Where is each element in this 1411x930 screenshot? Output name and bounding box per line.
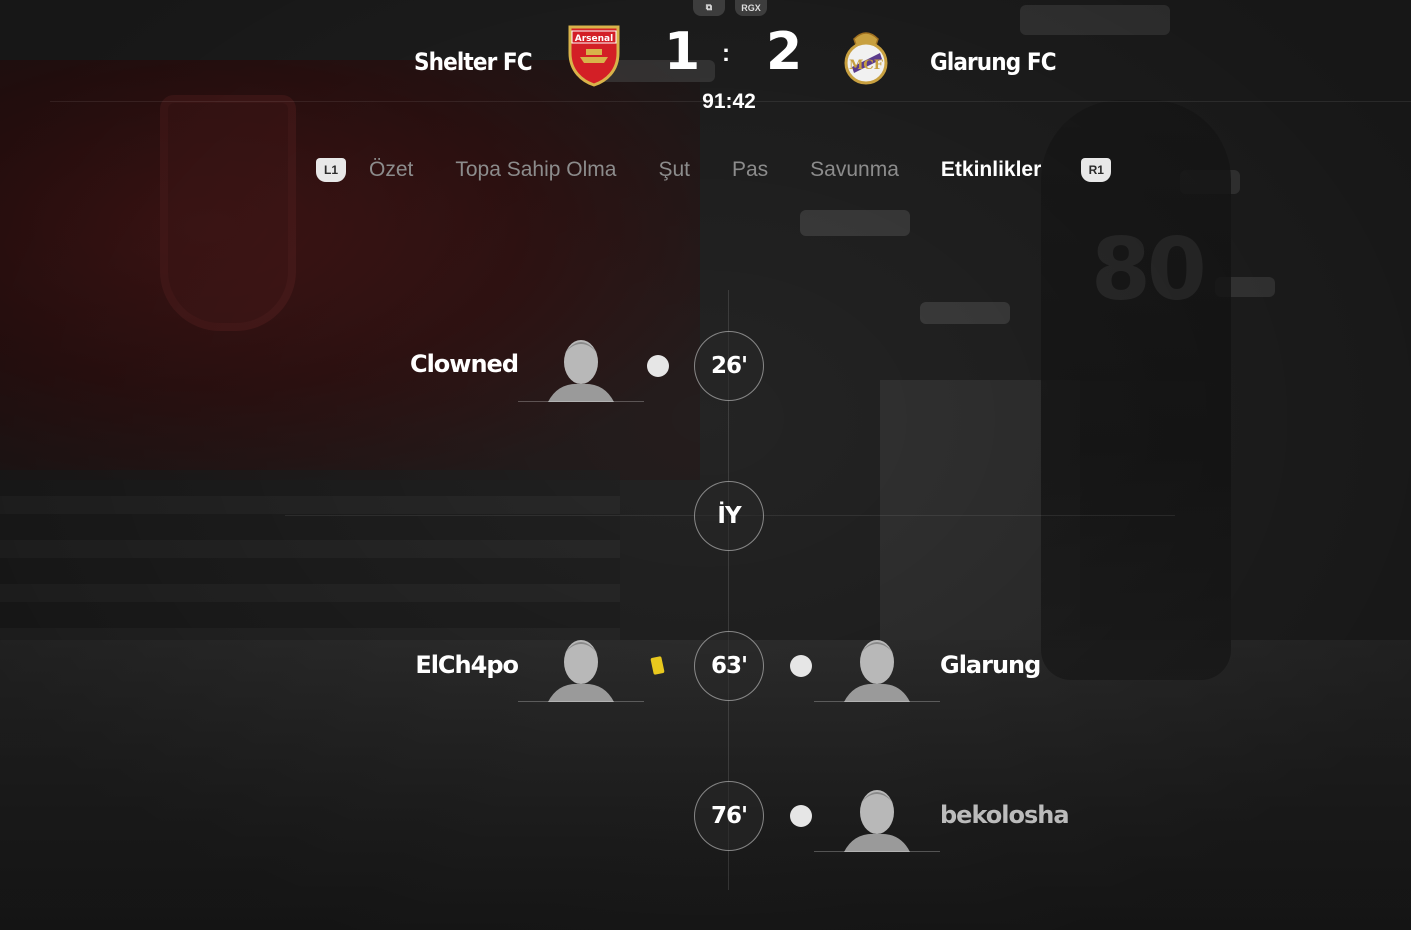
svg-text:Arsenal: Arsenal xyxy=(575,34,613,44)
real-madrid-crest-icon: MCF xyxy=(844,32,888,85)
player-avatar xyxy=(518,332,644,402)
tab-ozet[interactable]: Özet xyxy=(369,158,413,182)
tab-defense[interactable]: Savunma xyxy=(810,158,899,182)
arsenal-crest-icon: Arsenal xyxy=(568,25,620,87)
score-separator: : xyxy=(722,40,730,67)
tab-passing[interactable]: Pas xyxy=(732,158,768,182)
event-player-away: Glarung xyxy=(940,651,1041,679)
match-clock: 91:42 xyxy=(702,90,756,113)
home-score: 1 xyxy=(664,22,701,82)
event-minute[interactable]: 26' xyxy=(694,331,764,401)
away-team-name: Glarung FC xyxy=(930,48,1057,76)
goal-ball-icon xyxy=(790,805,812,827)
r1-button-icon[interactable]: R1 xyxy=(1081,158,1112,182)
tab-events[interactable]: Etkinlikler xyxy=(941,158,1041,182)
event-minute[interactable]: 63' xyxy=(694,631,764,701)
home-team-name: Shelter FC xyxy=(414,48,533,76)
goal-ball-icon xyxy=(790,655,812,677)
halftime-marker: İY xyxy=(694,481,764,551)
svg-text:MCF: MCF xyxy=(849,58,884,73)
yellow-card-icon xyxy=(650,656,665,675)
l1-button-icon[interactable]: L1 xyxy=(316,158,346,182)
event-player-home: ElCh4po xyxy=(415,651,519,679)
away-score: 2 xyxy=(766,22,803,82)
player-avatar xyxy=(814,632,940,702)
tab-possession[interactable]: Topa Sahip Olma xyxy=(455,158,616,182)
stats-tabs: L1 Özet Topa Sahip Olma Şut Pas Savunma … xyxy=(316,158,1112,182)
event-player-home: Clowned xyxy=(409,350,519,378)
event-player-away: bekolosha xyxy=(940,801,1070,829)
event-minute[interactable]: 76' xyxy=(694,781,764,851)
tab-shots[interactable]: Şut xyxy=(658,158,690,182)
player-avatar xyxy=(814,782,940,852)
scoreboard: Shelter FC Arsenal 1 : 2 MCF Glarung FC … xyxy=(0,14,1411,124)
player-avatar xyxy=(518,632,644,702)
goal-ball-icon xyxy=(647,355,669,377)
